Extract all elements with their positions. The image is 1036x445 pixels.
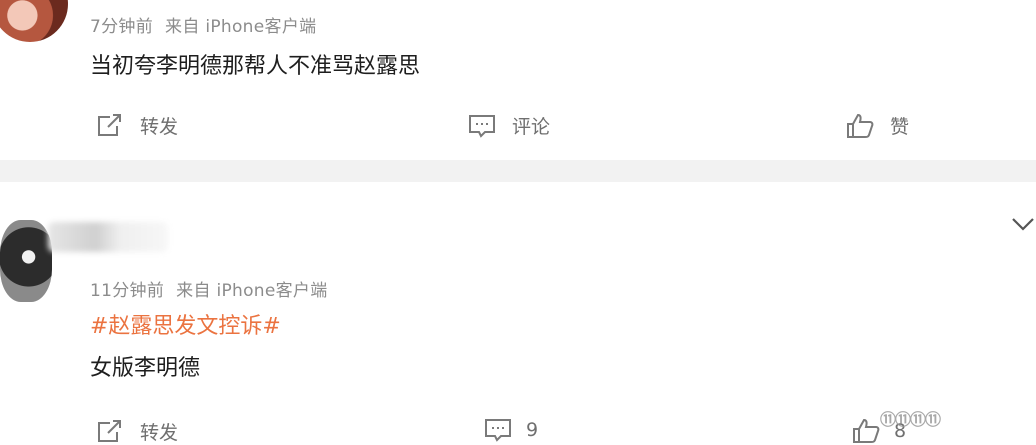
post-source: 来自 iPhone客户端 [165,17,317,37]
watermark: ⑪⑪⑪⑪ [880,410,941,429]
chevron-down-icon[interactable] [1010,210,1036,236]
comment-icon [485,419,511,442]
repost-button[interactable]: 转发 [96,112,178,139]
post-text: 女版李明德 [90,356,201,381]
avatar[interactable] [0,220,52,302]
like-button[interactable]: 赞 [846,112,909,139]
repost-icon [98,113,121,136]
post-meta: 7分钟前 来自 iPhone客户端 [90,12,316,37]
comment-button[interactable]: 9 [484,418,538,442]
repost-label: 转发 [140,422,179,444]
post-meta: 11分钟前 来自 iPhone客户端 [90,276,328,301]
post-source: 来自 iPhone客户端 [176,281,328,301]
post-card-2: 11分钟前 来自 iPhone客户端 #赵露思发文控诉# 女版李明德 转发 9 8… [0,182,1036,444]
post-card-1: 7分钟前 来自 iPhone客户端 当初夸李明德那帮人不准骂赵露思 转发 评论 赞 [0,0,1036,160]
avatar[interactable] [0,0,68,42]
comment-count: 9 [526,419,539,441]
like-icon [853,418,880,443]
like-label: 赞 [890,116,910,138]
comment-icon [469,114,495,138]
username-blurred [48,222,168,252]
hashtag-link[interactable]: #赵露思发文控诉# [90,308,281,340]
post-text: 当初夸李明德那帮人不准骂赵露思 [90,54,421,79]
like-icon [847,113,874,138]
repost-label: 转发 [140,116,179,138]
repost-button[interactable]: 转发 [96,418,178,445]
comment-button[interactable]: 评论 [468,112,550,139]
post-time: 11分钟前 [90,281,165,301]
post-divider [0,160,1036,182]
post-time: 7分钟前 [90,17,154,37]
comment-label: 评论 [512,116,551,138]
